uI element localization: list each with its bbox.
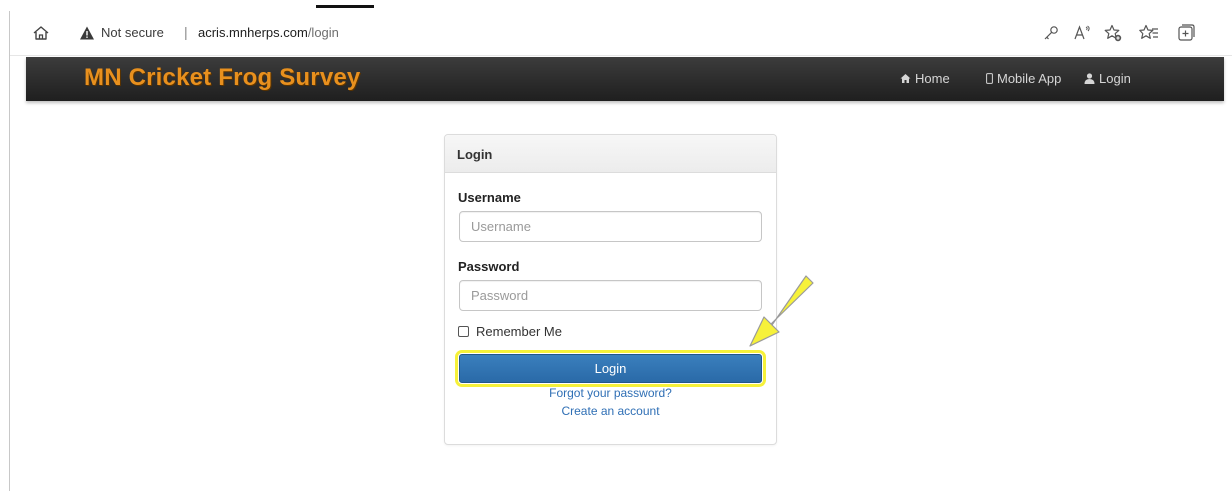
nav-home-link[interactable]: Home [900, 71, 950, 86]
address-bar: Not secure | acris.mnherps.com/login [10, 11, 1232, 56]
cropped-document-strip [0, 0, 1232, 8]
cropped-underline [316, 5, 374, 8]
panel-title: Login [457, 147, 493, 162]
favorites-icon[interactable] [1139, 23, 1159, 43]
url-path: /login [307, 25, 339, 40]
username-label: Username [458, 190, 521, 205]
remember-me-label: Remember Me [476, 324, 562, 339]
nav-home-label: Home [915, 71, 950, 86]
collections-icon[interactable] [1176, 23, 1196, 43]
home-icon[interactable] [32, 24, 50, 42]
key-icon[interactable] [1041, 23, 1061, 43]
annotation-arrow-icon [749, 275, 814, 347]
user-icon [1084, 73, 1095, 84]
site-navbar: MN Cricket Frog Survey Home Mobile App L… [26, 57, 1224, 101]
security-status[interactable]: Not secure [101, 25, 164, 40]
panel-heading: Login [445, 135, 776, 173]
warning-icon[interactable] [79, 25, 95, 41]
site-brand[interactable]: MN Cricket Frog Survey [84, 64, 360, 92]
read-aloud-icon[interactable] [1072, 23, 1092, 43]
url-text[interactable]: acris.mnherps.com/login [198, 25, 339, 40]
create-account-link[interactable]: Create an account [445, 404, 776, 418]
mobile-icon [986, 73, 993, 84]
username-input[interactable] [459, 211, 762, 242]
home-icon [900, 74, 911, 83]
add-favorite-icon[interactable] [1103, 23, 1123, 43]
forgot-password-link[interactable]: Forgot your password? [445, 386, 776, 400]
password-input[interactable] [459, 280, 762, 311]
url-host: acris.mnherps.com [198, 25, 308, 40]
remember-me-checkbox[interactable] [458, 326, 469, 337]
url-separator: | [184, 24, 188, 40]
browser-window: Not secure | acris.mnherps.com/login MN … [9, 11, 1232, 491]
nav-mobile-app-label: Mobile App [997, 71, 1062, 86]
nav-login-label: Login [1099, 71, 1131, 86]
remember-me[interactable]: Remember Me [458, 324, 562, 339]
login-panel: Login Username Password Remember Me Logi… [444, 134, 777, 445]
password-label: Password [458, 259, 520, 274]
login-button[interactable]: Login [455, 350, 766, 387]
nav-login-link[interactable]: Login [1084, 71, 1131, 86]
url-box[interactable]: Not secure | acris.mnherps.com/login [70, 20, 1100, 46]
nav-mobile-app-link[interactable]: Mobile App [986, 71, 1061, 86]
